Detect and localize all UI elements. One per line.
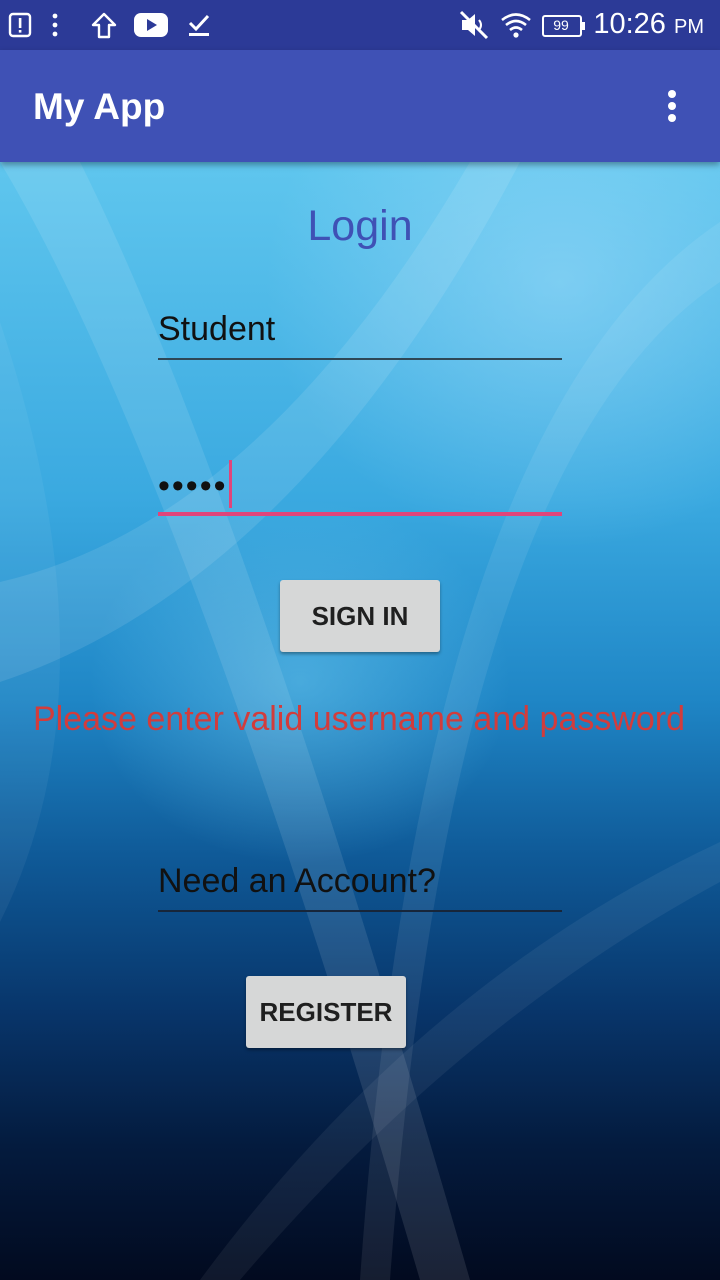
- need-account-field[interactable]: Need an Account?: [158, 862, 562, 912]
- register-button[interactable]: REGISTER: [246, 976, 406, 1048]
- app-bar: My App: [0, 50, 720, 162]
- mute-icon: [459, 10, 489, 40]
- password-value: •••••: [158, 466, 228, 505]
- upload-icon: [91, 12, 117, 39]
- need-account-text: Need an Account?: [158, 862, 436, 900]
- error-message: Please enter valid username and password: [33, 700, 686, 738]
- username-value: Student: [158, 310, 276, 348]
- more-vert-icon: [52, 13, 58, 37]
- clock-ampm: PM: [674, 16, 704, 38]
- battery-level: 99: [553, 17, 569, 33]
- username-field[interactable]: Student: [158, 310, 562, 360]
- text-cursor: [228, 460, 232, 508]
- password-field[interactable]: •••••: [158, 460, 562, 516]
- clock-time: 10:26: [593, 8, 666, 40]
- download-done-icon: [188, 14, 210, 36]
- status-bar: 99 10:26 PM: [0, 0, 720, 50]
- alert-icon: [8, 12, 32, 38]
- youtube-icon: [134, 13, 168, 37]
- login-screen: Login Student ••••• SIGN IN Please enter…: [0, 162, 720, 1280]
- overflow-menu-icon[interactable]: [652, 86, 692, 126]
- app-title: My App: [33, 86, 166, 127]
- battery-icon: 99: [542, 15, 586, 37]
- status-time: 10:26 PM: [593, 8, 704, 41]
- wifi-icon: [501, 13, 531, 38]
- login-title: Login: [307, 202, 413, 250]
- sign-in-button[interactable]: SIGN IN: [280, 580, 440, 652]
